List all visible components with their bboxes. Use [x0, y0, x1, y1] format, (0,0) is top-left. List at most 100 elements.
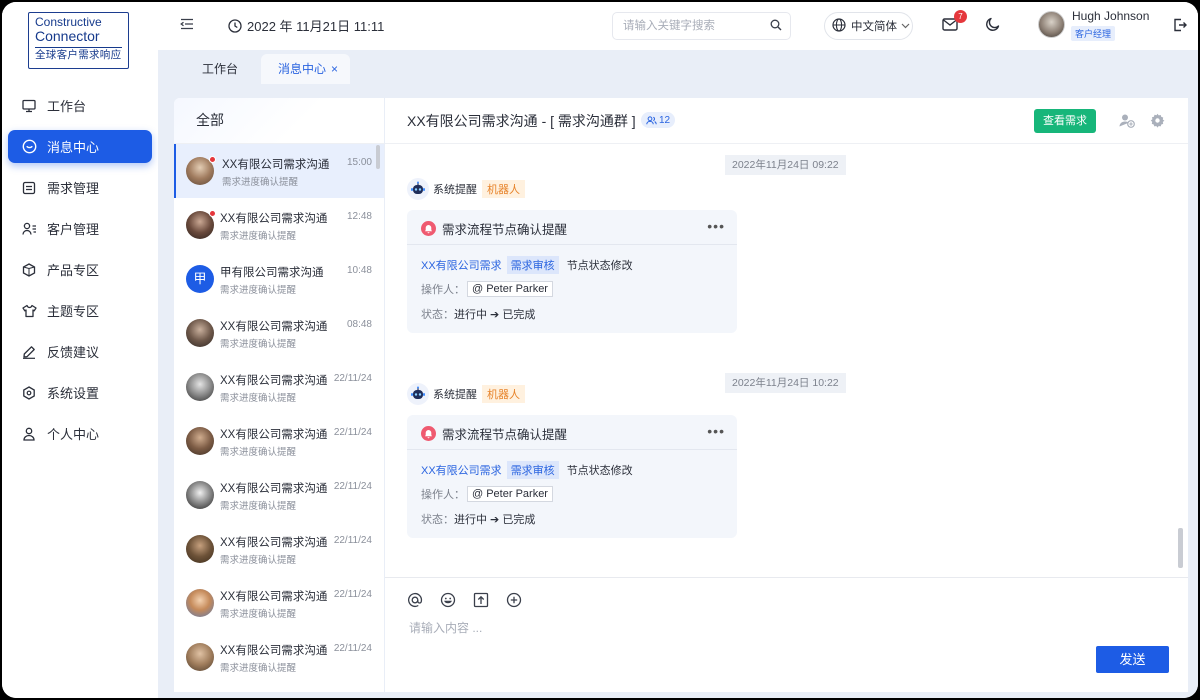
bell-icon	[421, 221, 436, 236]
send-button[interactable]: 发送	[1096, 646, 1169, 673]
language-select[interactable]: 中文简体	[824, 12, 913, 40]
list-item[interactable]: 甲 甲有限公司需求沟通 需求进度确认提醒 10:48	[174, 252, 384, 306]
conversation-title: XX有限公司需求沟通	[220, 537, 328, 549]
add-icon[interactable]	[506, 592, 522, 608]
list-item[interactable]: XX有限公司需求沟通 需求进度确认提醒 22/11/24	[174, 630, 384, 684]
message-scrollbar[interactable]	[1178, 528, 1183, 568]
conversation-time: 22/11/24	[333, 373, 372, 384]
card-row-detail: XX有限公司需求 需求审核 节点状态修改	[421, 256, 633, 274]
message-input[interactable]	[407, 620, 1007, 636]
card-title: 需求流程节点确认提醒	[442, 428, 568, 442]
avatar	[186, 427, 214, 455]
status-value: 进行中 ➔ 已完成	[454, 309, 536, 321]
mail-button[interactable]: 7	[942, 10, 967, 34]
conversation-preview: 需求进度确认提醒	[220, 393, 297, 404]
shirt-icon	[21, 303, 37, 319]
sidebar-item-label: 需求管理	[47, 181, 100, 196]
sidebar-item-label: 客户管理	[47, 222, 100, 237]
list-item[interactable]: XX有限公司需求沟通 需求进度确认提醒 22/11/24	[174, 468, 384, 522]
brand-line2: Connector	[35, 28, 100, 44]
emoji-icon[interactable]	[440, 592, 456, 608]
chat-header: XX有限公司需求沟通 - [ 需求沟通群 ] 12 查看需求	[385, 98, 1188, 144]
conversation-title: 甲有限公司需求沟通	[220, 267, 324, 279]
conversation-time: 22/11/24	[333, 535, 372, 546]
list-item[interactable]: XX有限公司需求沟通 需求进度确认提醒 15:00	[174, 144, 384, 198]
close-icon[interactable]: ×	[331, 62, 338, 76]
message-timestamp: 2022年11月24日 10:22	[725, 373, 846, 393]
user-profile[interactable]: Hugh Johnson 客户经理	[1038, 9, 1149, 41]
avatar	[186, 319, 214, 347]
conversation-preview: 需求进度确认提醒	[220, 285, 297, 296]
tab-message-center[interactable]: 消息中心 ×	[261, 54, 350, 84]
member-count: 12	[659, 114, 671, 126]
sidebar-item-settings[interactable]: 系统设置	[8, 376, 152, 409]
edit-icon	[21, 344, 37, 360]
list-item[interactable]: XX有限公司需求沟通 需求进度确认提醒 22/11/24	[174, 576, 384, 630]
notification-card: 需求流程节点确认提醒 ••• XX有限公司需求 需求审核 节点状态修改 操作人：…	[407, 415, 737, 538]
company-link[interactable]: XX有限公司需求	[421, 257, 502, 273]
sidebar: Constructive Connector 全球客户需求响应 工作台 消息中心…	[2, 2, 158, 698]
avatar: 甲	[186, 265, 214, 293]
sidebar-item-demand[interactable]: 需求管理	[8, 171, 152, 204]
gear-icon[interactable]	[1150, 113, 1165, 131]
list-item[interactable]: XX有限公司需求沟通 需求进度确认提醒 22/11/24	[174, 414, 384, 468]
main-content: 全部 XX有限公司需求沟通 需求进度确认提醒 15:00 XX有限公司需求沟通 …	[158, 84, 1198, 698]
message-sender: 系统提醒 机器人	[407, 383, 525, 405]
list-item[interactable]: XX有限公司需求沟通 需求进度确认提醒 08:48	[174, 306, 384, 360]
sidebar-item-message-center[interactable]: 消息中心	[8, 130, 152, 163]
avatar	[186, 535, 214, 563]
card-header: 需求流程节点确认提醒	[421, 424, 567, 443]
search-icon[interactable]	[770, 19, 782, 34]
message-timestamp: 2022年11月24日 09:22	[725, 155, 846, 175]
user-role-badge: 客户经理	[1071, 26, 1116, 41]
list-item[interactable]: XX有限公司需求沟通 需求进度确认提醒 12:48	[174, 198, 384, 252]
sender-name: 系统提醒	[433, 184, 477, 196]
sidebar-item-themes[interactable]: 主题专区	[8, 294, 152, 327]
operator-label: 操作人：	[421, 489, 465, 501]
conversation-time: 08:48	[346, 319, 372, 330]
add-member-icon[interactable]	[1119, 113, 1135, 131]
app-window: Constructive Connector 全球客户需求响应 工作台 消息中心…	[2, 2, 1198, 698]
menu-collapse-icon[interactable]	[180, 18, 194, 33]
card-divider	[407, 449, 737, 450]
conversation-preview: 需求进度确认提醒	[220, 339, 297, 350]
avatar	[186, 643, 214, 671]
operator-mention[interactable]: @ Peter Parker	[467, 281, 553, 297]
sender-name: 系统提醒	[433, 389, 477, 401]
tab-bar: 工作台 消息中心 ×	[158, 50, 1198, 84]
tab-label: 消息中心	[278, 62, 327, 76]
more-icon[interactable]: •••	[707, 423, 725, 439]
status-label: 状态：	[421, 514, 454, 526]
conversation-time: 12:48	[346, 211, 372, 222]
more-icon[interactable]: •••	[707, 218, 725, 234]
sidebar-item-label: 消息中心	[47, 140, 100, 155]
list-item[interactable]: XX有限公司需求沟通 需求进度确认提醒 22/11/24	[174, 360, 384, 414]
sidebar-item-customers[interactable]: 客户管理	[8, 212, 152, 245]
conversation-preview: 需求进度确认提醒	[220, 231, 297, 242]
upload-icon[interactable]	[473, 592, 489, 608]
view-demand-button[interactable]: 查看需求	[1034, 109, 1096, 133]
cube-icon	[21, 262, 37, 278]
tab-workbench[interactable]: 工作台	[202, 54, 238, 84]
member-count-badge[interactable]: 12	[641, 112, 676, 128]
person-icon	[21, 426, 37, 442]
sidebar-item-products[interactable]: 产品专区	[8, 253, 152, 286]
conversation-title: XX有限公司需求沟通	[220, 591, 328, 603]
action-text: 节点状态修改	[566, 465, 633, 477]
sidebar-item-feedback[interactable]: 反馈建议	[8, 335, 152, 368]
card-header: 需求流程节点确认提醒	[421, 219, 567, 238]
operator-mention[interactable]: @ Peter Parker	[467, 486, 553, 502]
search-input[interactable]	[621, 19, 770, 33]
list-item[interactable]: XX有限公司需求沟通 需求进度确认提醒 22/11/24	[174, 522, 384, 576]
mention-icon[interactable]	[407, 592, 423, 608]
moon-icon[interactable]	[985, 17, 1000, 35]
company-link[interactable]: XX有限公司需求	[421, 462, 502, 478]
sidebar-item-profile[interactable]: 个人中心	[8, 417, 152, 450]
conversation-scrollbar[interactable]	[376, 145, 380, 169]
conversation-preview: 需求进度确认提醒	[220, 609, 297, 620]
logout-icon[interactable]	[1173, 18, 1187, 35]
language-value: 中文简体	[851, 21, 897, 33]
sidebar-item-workbench[interactable]: 工作台	[8, 89, 152, 122]
composer-toolbar	[407, 592, 539, 608]
brand-logo[interactable]: Constructive Connector 全球客户需求响应	[28, 12, 129, 69]
